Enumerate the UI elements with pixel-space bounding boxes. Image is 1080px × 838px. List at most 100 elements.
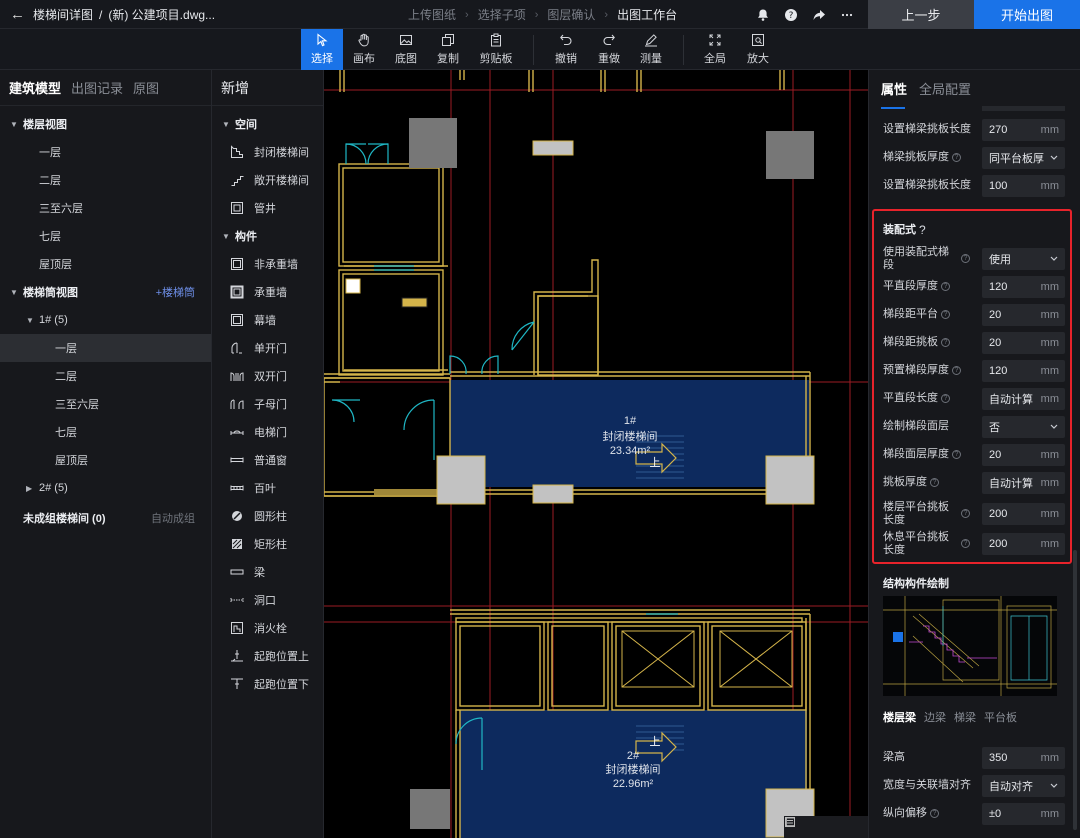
tree-item[interactable]: 七层	[0, 418, 211, 446]
comp-curtain-wall[interactable]: 幕墙	[212, 306, 323, 334]
previous-step-button[interactable]: 上一步	[868, 0, 974, 29]
start-output-button[interactable]: 开始出图	[974, 0, 1080, 29]
tree-item-selected[interactable]: 一层	[0, 334, 211, 362]
tab-original-drawing[interactable]: 原图	[133, 78, 159, 97]
auto-group-button[interactable]: 自动成组	[151, 510, 195, 526]
add-stair-tube-button[interactable]: +楼梯筒	[156, 284, 195, 300]
tree-stair-tube-views[interactable]: ▼ 楼梯筒视图 +楼梯筒	[0, 278, 211, 306]
tool-base[interactable]: 底图	[385, 29, 427, 70]
help-icon[interactable]: ?	[961, 509, 970, 518]
comp-round-column[interactable]: 圆形柱	[212, 502, 323, 530]
comp-nonbearing-wall[interactable]: 非承重墙	[212, 250, 323, 278]
tree-group-2[interactable]: ▶ 2# (5)	[0, 474, 211, 502]
comp-hydrant[interactable]: 消火栓	[212, 614, 323, 642]
comp-louver[interactable]: 百叶	[212, 474, 323, 502]
tree-item[interactable]: 一层	[0, 138, 211, 166]
more-dots-icon[interactable]	[840, 8, 854, 22]
rest-landing-plate-input[interactable]: 200 mm	[982, 533, 1065, 555]
tool-zoom[interactable]: 放大	[737, 29, 779, 70]
tool-measure[interactable]: 测量	[630, 29, 672, 70]
help-icon[interactable]: ?	[952, 366, 961, 375]
tool-copy[interactable]: 复制	[427, 29, 469, 70]
help-icon[interactable]: ?	[941, 338, 950, 347]
comp-window[interactable]: 普通窗	[212, 446, 323, 474]
comp-elevator-door[interactable]: 电梯门	[212, 418, 323, 446]
tool-select[interactable]: 选择	[301, 29, 343, 70]
floor-landing-plate-input[interactable]: 200 mm	[982, 503, 1065, 525]
help-icon[interactable]: ?	[961, 254, 970, 263]
comp-start-up[interactable]: 起跑位置上	[212, 642, 323, 670]
draw-surface-select[interactable]: 否	[982, 416, 1065, 438]
tab-platform-slab[interactable]: 平台板	[984, 709, 1017, 725]
tree-item[interactable]: 屋顶层	[0, 250, 211, 278]
prefab-thickness-input[interactable]: 120 mm	[982, 360, 1065, 382]
help-icon[interactable]: ?	[941, 394, 950, 403]
help-icon[interactable]: ?	[941, 282, 950, 291]
tab-floor-beam[interactable]: 楼层梁	[883, 709, 916, 725]
tool-clipboard[interactable]: 剪贴板	[475, 29, 517, 70]
tree-item[interactable]: 屋顶层	[0, 446, 211, 474]
comp-closed-stair[interactable]: 封闭楼梯间	[212, 138, 323, 166]
help-icon[interactable]: ?	[941, 310, 950, 319]
help-icon[interactable]: ?	[919, 223, 926, 237]
surface-thickness-input[interactable]: 20 mm	[982, 444, 1065, 466]
tab-output-history[interactable]: 出图记录	[71, 78, 123, 97]
width-align-select[interactable]: 自动对齐	[982, 775, 1065, 797]
page-title[interactable]: 楼梯间详图	[33, 6, 93, 23]
flat-length-input[interactable]: 自动计算 mm	[982, 388, 1065, 410]
step-workbench[interactable]: 出图工作台	[617, 6, 677, 23]
help-icon[interactable]: ?	[930, 809, 939, 818]
drawing-canvas[interactable]: 1# 封闭楼梯间 23.34m² 上 2# 封闭楼梯间 22.96m² 上	[324, 70, 868, 838]
tree-item[interactable]: 七层	[0, 222, 211, 250]
comp-shaft[interactable]: 管井	[212, 194, 323, 222]
flat-thickness-input[interactable]: 120 mm	[982, 276, 1065, 298]
tab-edge-beam[interactable]: 边梁	[924, 709, 946, 725]
plate-thickness-input[interactable]: 自动计算 mm	[982, 472, 1065, 494]
tree-group-1[interactable]: ▼ 1# (5)	[0, 306, 211, 334]
comp-start-down[interactable]: 起跑位置下	[212, 670, 323, 698]
tool-full[interactable]: 全局	[694, 29, 736, 70]
run-to-landing-input[interactable]: 20 mm	[982, 304, 1065, 326]
tool-canvas[interactable]: 画布	[343, 29, 385, 70]
vertical-offset-input[interactable]: ±0 mm	[982, 803, 1065, 825]
run-to-plate-input[interactable]: 20 mm	[982, 332, 1065, 354]
list-view-icon[interactable]	[785, 816, 868, 838]
tool-undo[interactable]: 撤销	[545, 29, 587, 70]
use-prefab-select[interactable]: 使用	[982, 248, 1065, 270]
comp-open-stair[interactable]: 敞开楼梯间	[212, 166, 323, 194]
help-icon[interactable]: ?	[961, 539, 970, 548]
tree-ungrouped[interactable]: 未成组楼梯间 (0) 自动成组	[0, 504, 211, 532]
group-space[interactable]: ▼ 空间	[212, 110, 323, 138]
comp-single-door[interactable]: 单开门	[212, 334, 323, 362]
comp-opening[interactable]: 洞口	[212, 586, 323, 614]
back-arrow-icon[interactable]: ←	[10, 6, 25, 23]
tool-redo[interactable]: 重做	[588, 29, 630, 70]
tab-properties[interactable]: 属性	[881, 79, 907, 109]
properties-scrollbar[interactable]	[1073, 550, 1077, 830]
group-component[interactable]: ▼ 构件	[212, 222, 323, 250]
comp-mother-door[interactable]: 子母门	[212, 390, 323, 418]
frame-view-icon[interactable]	[785, 816, 840, 838]
struct-preview-thumbnail[interactable]	[883, 596, 1057, 696]
step-select[interactable]: 选择子项	[478, 6, 526, 23]
tab-stair-beam[interactable]: 梯梁	[954, 709, 976, 725]
notification-bell-icon[interactable]	[756, 8, 770, 22]
comp-bearing-wall[interactable]: 承重墙	[212, 278, 323, 306]
tree-floor-views[interactable]: ▼ 楼层视图	[0, 110, 211, 138]
beam-plate-length-2-input[interactable]: 100 mm	[982, 175, 1065, 197]
help-icon[interactable]: ?	[930, 478, 939, 487]
help-circle-icon[interactable]: ?	[784, 8, 798, 22]
tab-building-model[interactable]: 建筑模型	[9, 78, 61, 97]
tree-item[interactable]: 三至六层	[0, 194, 211, 222]
share-arrow-icon[interactable]	[812, 8, 826, 22]
beam-plate-thickness-select[interactable]: 同平台板厚	[982, 147, 1065, 169]
tree-item[interactable]: 三至六层	[0, 390, 211, 418]
help-icon[interactable]: ?	[952, 153, 961, 162]
tab-global-config[interactable]: 全局配置	[919, 79, 971, 98]
comp-double-door[interactable]: 双开门	[212, 362, 323, 390]
tree-item[interactable]: 二层	[0, 362, 211, 390]
comp-rect-column[interactable]: 矩形柱	[212, 530, 323, 558]
tree-item[interactable]: 二层	[0, 166, 211, 194]
beam-plate-length-input[interactable]: 270 mm	[982, 119, 1065, 141]
beam-height-input[interactable]: 350 mm	[982, 747, 1065, 769]
